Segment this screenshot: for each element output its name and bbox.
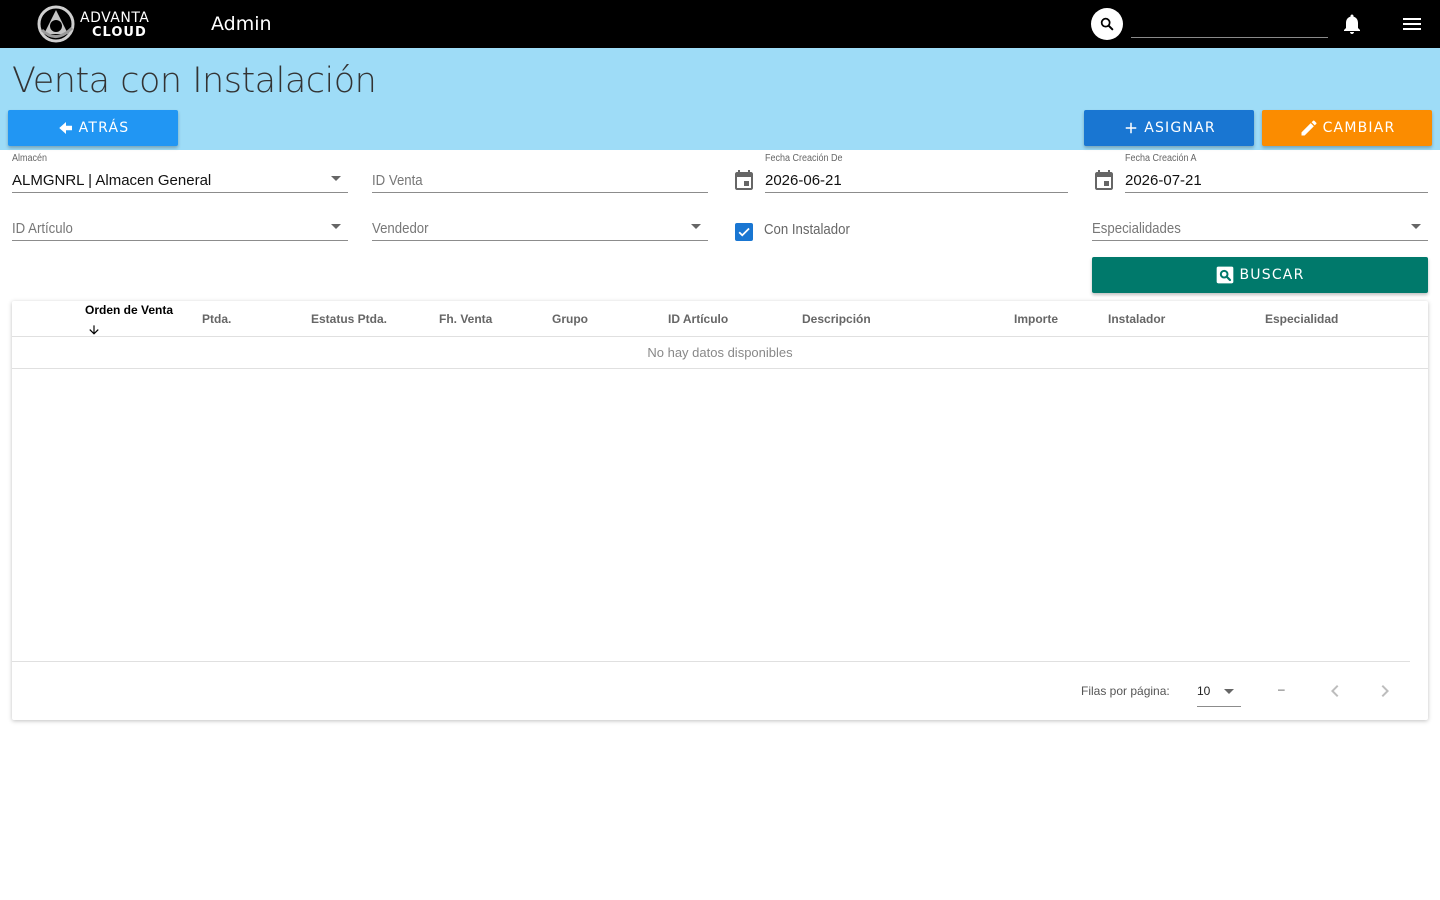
column-header-especialidad[interactable]: Especialidad bbox=[1265, 312, 1338, 326]
pencil-icon bbox=[1301, 120, 1317, 136]
fecha-de-underline bbox=[765, 192, 1068, 193]
logo-mark-icon bbox=[37, 5, 75, 43]
chevron-down-icon bbox=[1411, 224, 1421, 229]
change-button-label: CAMBIAR bbox=[1322, 120, 1396, 136]
calendar-icon[interactable] bbox=[1092, 169, 1116, 193]
id-venta-underline bbox=[372, 192, 708, 193]
back-button[interactable]: ATRÁS bbox=[8, 110, 178, 146]
logo-line-2: CLOUD bbox=[92, 25, 147, 40]
search-box-icon bbox=[1217, 266, 1234, 284]
arrow-left-icon bbox=[58, 122, 72, 134]
con-instalador-checkbox[interactable] bbox=[735, 223, 753, 241]
chevron-down-icon bbox=[1224, 689, 1234, 694]
column-header-estatus-ptda[interactable]: Estatus Ptda. bbox=[311, 312, 387, 326]
id-articulo-placeholder: ID Artículo bbox=[12, 220, 73, 237]
especialidades-placeholder: Especialidades bbox=[1092, 220, 1181, 237]
column-header-instalador[interactable]: Instalador bbox=[1108, 312, 1165, 326]
almacen-select[interactable]: Almacén ALMGNRL | Almacen General bbox=[12, 153, 348, 193]
arrow-down-icon[interactable] bbox=[87, 323, 101, 337]
back-button-label: ATRÁS bbox=[78, 120, 130, 136]
vendedor-select[interactable]: Vendedor bbox=[372, 201, 708, 241]
logo-line-1: ADVANTA bbox=[80, 10, 150, 26]
con-instalador-label[interactable]: Con Instalador bbox=[764, 221, 850, 238]
chevron-down-icon bbox=[691, 224, 701, 229]
column-header-orden-de-venta[interactable]: Orden de Venta bbox=[85, 303, 173, 317]
advanta-cloud-logo[interactable]: ADVANTA CLOUD bbox=[36, 4, 160, 44]
id-venta-placeholder: ID Venta bbox=[372, 172, 423, 189]
results-table: Orden de Venta Ptda. Estatus Ptda. Fh. V… bbox=[12, 301, 1428, 720]
id-articulo-underline bbox=[12, 240, 348, 241]
notifications-button[interactable] bbox=[1340, 12, 1364, 36]
row-divider bbox=[12, 368, 1428, 369]
buscar-button[interactable]: BUSCAR bbox=[1092, 257, 1428, 293]
menu-icon bbox=[1403, 18, 1421, 30]
vendedor-underline bbox=[372, 240, 708, 241]
rows-per-page-value: 10 bbox=[1197, 684, 1211, 698]
pagination-range: – bbox=[1278, 682, 1285, 696]
fecha-a-value: 2026-07-21 bbox=[1125, 172, 1202, 189]
logo-text: ADVANTA CLOUD bbox=[80, 11, 149, 39]
almacen-label: Almacén bbox=[12, 153, 48, 164]
search-button[interactable] bbox=[1091, 8, 1123, 40]
especialidades-select[interactable]: Especialidades bbox=[1092, 201, 1428, 241]
column-header-grupo[interactable]: Grupo bbox=[552, 312, 588, 326]
almacen-value: ALMGNRL | Almacen General bbox=[12, 172, 212, 189]
fecha-de-value: 2026-06-21 bbox=[765, 172, 842, 189]
id-articulo-select[interactable]: ID Artículo bbox=[12, 201, 348, 241]
page-header: Venta con Instalación ATRÁS ASIGNAR CAMB… bbox=[0, 48, 1440, 150]
rows-per-page-label: Filas por página: bbox=[1081, 684, 1170, 698]
top-app-bar: ADVANTA CLOUD Admin bbox=[0, 0, 1440, 48]
footer-divider bbox=[12, 661, 1410, 662]
search-icon bbox=[1100, 17, 1114, 31]
chevron-down-icon bbox=[331, 224, 341, 229]
especialidades-underline bbox=[1092, 240, 1428, 241]
vendedor-placeholder: Vendedor bbox=[372, 220, 429, 237]
section-title: Admin bbox=[211, 13, 272, 35]
calendar-icon[interactable] bbox=[732, 169, 756, 193]
column-header-ptda[interactable]: Ptda. bbox=[202, 312, 231, 326]
column-header-descripcion[interactable]: Descripción bbox=[802, 312, 871, 326]
plus-icon bbox=[1125, 122, 1137, 134]
column-header-fh-venta[interactable]: Fh. Venta bbox=[439, 312, 492, 326]
rows-per-page-select[interactable]: 10 bbox=[1197, 677, 1241, 707]
column-header-importe[interactable]: Importe bbox=[1014, 312, 1058, 326]
checkmark-icon bbox=[738, 227, 750, 237]
change-button[interactable]: CAMBIAR bbox=[1262, 110, 1432, 146]
buscar-button-label: BUSCAR bbox=[1239, 267, 1305, 283]
column-header-id-articulo[interactable]: ID Artículo bbox=[668, 312, 728, 326]
chevron-left-icon[interactable] bbox=[1323, 679, 1347, 703]
almacen-underline bbox=[12, 192, 348, 193]
empty-state-text: No hay datos disponibles bbox=[647, 345, 793, 360]
assign-button[interactable]: ASIGNAR bbox=[1084, 110, 1254, 146]
assign-button-label: ASIGNAR bbox=[1144, 120, 1216, 136]
fecha-a-underline bbox=[1125, 192, 1428, 193]
chevron-right-icon[interactable] bbox=[1373, 679, 1397, 703]
fecha-de-label: Fecha Creación De bbox=[765, 153, 843, 164]
bell-icon bbox=[1344, 14, 1360, 34]
fecha-a-label: Fecha Creación A bbox=[1125, 153, 1197, 164]
fecha-de-field[interactable]: Fecha Creación De 2026-06-21 bbox=[765, 153, 1068, 193]
menu-button[interactable] bbox=[1400, 12, 1424, 36]
id-venta-field[interactable]: ID Venta bbox=[372, 153, 708, 193]
chevron-down-icon bbox=[331, 176, 341, 181]
page-title: Venta con Instalación bbox=[12, 61, 377, 101]
search-input[interactable] bbox=[1131, 10, 1328, 38]
fecha-a-field[interactable]: Fecha Creación A 2026-07-21 bbox=[1125, 153, 1428, 193]
header-divider bbox=[12, 336, 1428, 337]
